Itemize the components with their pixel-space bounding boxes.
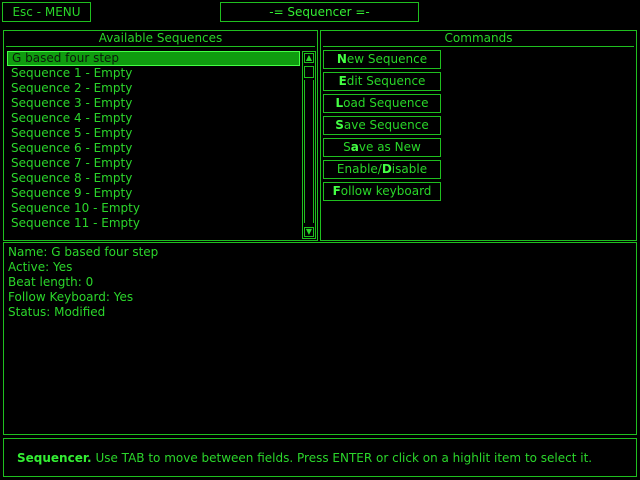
detail-name: Name: G based four step bbox=[8, 245, 159, 259]
scroll-up-icon[interactable]: ▲ bbox=[304, 53, 314, 63]
button-label: isable bbox=[391, 162, 428, 176]
sequence-item-4[interactable]: Sequence 4 - Empty bbox=[7, 111, 300, 126]
button-label-prefix: Enable/ bbox=[336, 162, 382, 176]
sequence-item-11[interactable]: Sequence 11 - Empty bbox=[7, 216, 300, 231]
commands-panel: Commands New Sequence Edit Sequence Load… bbox=[320, 30, 637, 241]
sequence-item-2[interactable]: Sequence 2 - Empty bbox=[7, 81, 300, 96]
sequences-panel: Available Sequences G based four step Se… bbox=[3, 30, 318, 241]
sequence-scrollbar[interactable]: ▲ ▼ bbox=[302, 51, 316, 239]
sequence-item-3[interactable]: Sequence 3 - Empty bbox=[7, 96, 300, 111]
hotkey: L bbox=[335, 96, 344, 110]
sequence-item-5[interactable]: Sequence 5 - Empty bbox=[7, 126, 300, 141]
scroll-track-line bbox=[304, 80, 314, 223]
button-label: ollow keyboard bbox=[340, 184, 432, 198]
button-label: ew Sequence bbox=[346, 52, 428, 66]
button-label-prefix: S bbox=[343, 140, 351, 154]
enable-disable-button[interactable]: Enable/Disable bbox=[323, 160, 441, 179]
window-title: -= Sequencer =- bbox=[269, 5, 370, 19]
detail-active: Active: Yes bbox=[8, 260, 73, 274]
status-app-name: Sequencer. bbox=[17, 451, 92, 465]
sequence-item-1[interactable]: Sequence 1 - Empty bbox=[7, 66, 300, 81]
scroll-thumb[interactable] bbox=[304, 66, 314, 78]
detail-beat-length: Beat length: 0 bbox=[8, 275, 94, 289]
sequence-item-7[interactable]: Sequence 7 - Empty bbox=[7, 156, 300, 171]
edit-sequence-button[interactable]: Edit Sequence bbox=[323, 72, 441, 91]
load-sequence-button[interactable]: Load Sequence bbox=[323, 94, 441, 113]
follow-keyboard-button[interactable]: Follow keyboard bbox=[323, 182, 441, 201]
hotkey: N bbox=[336, 52, 347, 66]
save-as-new-button[interactable]: Save as New bbox=[323, 138, 441, 157]
button-label: dit Sequence bbox=[346, 74, 426, 88]
sequences-header: Available Sequences bbox=[6, 31, 315, 47]
hotkey: F bbox=[332, 184, 341, 198]
hotkey: D bbox=[381, 162, 392, 176]
menu-button-label: Esc - MENU bbox=[12, 5, 81, 19]
scroll-down-icon[interactable]: ▼ bbox=[304, 227, 314, 237]
button-label: ave Sequence bbox=[343, 118, 429, 132]
detail-status: Status: Modified bbox=[8, 305, 106, 319]
sequence-item-8[interactable]: Sequence 8 - Empty bbox=[7, 171, 300, 186]
sequence-item-9[interactable]: Sequence 9 - Empty bbox=[7, 186, 300, 201]
button-label: oad Sequence bbox=[343, 96, 429, 110]
commands-header: Commands bbox=[323, 31, 634, 47]
button-label: ve as New bbox=[358, 140, 421, 154]
sequence-list[interactable]: G based four step Sequence 1 - Empty Seq… bbox=[7, 51, 300, 239]
sequence-item-10[interactable]: Sequence 10 - Empty bbox=[7, 201, 300, 216]
window-title-box: -= Sequencer =- bbox=[220, 2, 419, 22]
hotkey: a bbox=[350, 140, 359, 154]
status-bar: Sequencer. Use TAB to move between field… bbox=[3, 438, 637, 477]
hotkey: S bbox=[335, 118, 344, 132]
save-sequence-button[interactable]: Save Sequence bbox=[323, 116, 441, 135]
menu-button[interactable]: Esc - MENU bbox=[2, 2, 91, 22]
status-text: Sequencer. Use TAB to move between field… bbox=[17, 451, 592, 465]
status-help-text: Use TAB to move between fields. Press EN… bbox=[91, 451, 593, 465]
new-sequence-button[interactable]: New Sequence bbox=[323, 50, 441, 69]
detail-follow-keyboard: Follow Keyboard: Yes bbox=[8, 290, 134, 304]
sequence-details-panel: Name: G based four step Active: Yes Beat… bbox=[3, 242, 637, 435]
hotkey: E bbox=[338, 74, 347, 88]
sequence-item-6[interactable]: Sequence 6 - Empty bbox=[7, 141, 300, 156]
sequence-item-0[interactable]: G based four step bbox=[7, 51, 300, 66]
